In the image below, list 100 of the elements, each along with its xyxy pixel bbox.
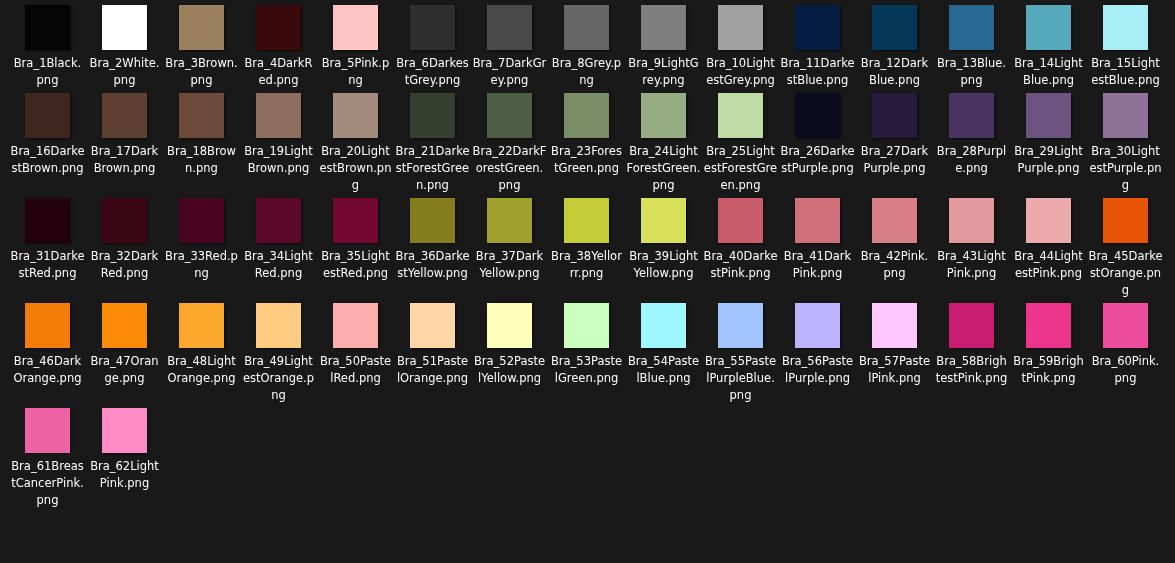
file-name[interactable]: Bra_4DarkRed.png — [241, 55, 316, 89]
file-name[interactable]: Bra_35LightestRed.png — [318, 248, 393, 282]
file-name[interactable]: Bra_40DarkestPink.png — [703, 248, 778, 282]
file-name[interactable]: Bra_26DarkestPurple.png — [780, 143, 855, 177]
file-name[interactable]: Bra_10LightestGrey.png — [703, 55, 778, 89]
color-thumbnail[interactable] — [487, 93, 532, 138]
file-name[interactable]: Bra_36DarkestYellow.png — [395, 248, 470, 282]
color-thumbnail[interactable] — [1026, 198, 1071, 243]
color-thumbnail[interactable] — [641, 5, 686, 50]
file-name[interactable]: Bra_54PastelBlue.png — [626, 353, 701, 387]
color-thumbnail[interactable] — [102, 408, 147, 453]
color-thumbnail[interactable] — [256, 198, 301, 243]
color-thumbnail[interactable] — [102, 5, 147, 50]
color-thumbnail[interactable] — [179, 5, 224, 50]
file-name[interactable]: Bra_59BrightPink.png — [1011, 353, 1086, 387]
file-name[interactable]: Bra_37DarkYellow.png — [472, 248, 547, 282]
color-thumbnail[interactable] — [333, 93, 378, 138]
file-name[interactable]: Bra_33Red.png — [164, 248, 239, 282]
color-thumbnail[interactable] — [1103, 198, 1148, 243]
file-name[interactable]: Bra_7DarkGrey.png — [472, 55, 547, 89]
color-thumbnail[interactable] — [564, 303, 609, 348]
color-thumbnail[interactable] — [333, 198, 378, 243]
color-thumbnail[interactable] — [1103, 93, 1148, 138]
color-thumbnail[interactable] — [25, 93, 70, 138]
file-name[interactable]: Bra_60Pink.png — [1088, 353, 1163, 387]
color-thumbnail[interactable] — [795, 5, 840, 50]
color-thumbnail[interactable] — [256, 93, 301, 138]
file-name[interactable]: Bra_58BrightestPink.png — [934, 353, 1009, 387]
color-thumbnail[interactable] — [949, 303, 994, 348]
file-name[interactable]: Bra_2White.png — [87, 55, 162, 89]
file-name[interactable]: Bra_12DarkBlue.png — [857, 55, 932, 89]
color-thumbnail[interactable] — [949, 5, 994, 50]
color-thumbnail[interactable] — [564, 198, 609, 243]
file-name[interactable]: Bra_24LightForestGreen.png — [626, 143, 701, 194]
file-name[interactable]: Bra_22DarkForestGreen.png — [472, 143, 547, 194]
color-thumbnail[interactable] — [1026, 93, 1071, 138]
file-name[interactable]: Bra_31DarkestRed.png — [10, 248, 85, 282]
color-thumbnail[interactable] — [795, 198, 840, 243]
file-name[interactable]: Bra_51PastelOrange.png — [395, 353, 470, 387]
color-thumbnail[interactable] — [179, 303, 224, 348]
file-name[interactable]: Bra_8Grey.png — [549, 55, 624, 89]
file-name[interactable]: Bra_25LightestForestGreen.png — [703, 143, 778, 194]
color-thumbnail[interactable] — [410, 93, 455, 138]
file-name[interactable]: Bra_20LightestBrown.png — [318, 143, 393, 194]
color-thumbnail[interactable] — [949, 93, 994, 138]
color-thumbnail[interactable] — [641, 198, 686, 243]
color-thumbnail[interactable] — [564, 93, 609, 138]
color-thumbnail[interactable] — [872, 5, 917, 50]
color-thumbnail[interactable] — [872, 198, 917, 243]
color-thumbnail[interactable] — [795, 303, 840, 348]
file-name[interactable]: Bra_41DarkPink.png — [780, 248, 855, 282]
color-thumbnail[interactable] — [718, 5, 763, 50]
file-name[interactable]: Bra_28Purple.png — [934, 143, 1009, 177]
file-name[interactable]: Bra_29LightPurple.png — [1011, 143, 1086, 177]
color-thumbnail[interactable] — [487, 5, 532, 50]
file-name[interactable]: Bra_27DarkPurple.png — [857, 143, 932, 177]
color-thumbnail[interactable] — [410, 303, 455, 348]
file-name[interactable]: Bra_45DarkestOrange.png — [1088, 248, 1163, 299]
color-thumbnail[interactable] — [1103, 5, 1148, 50]
color-thumbnail[interactable] — [333, 303, 378, 348]
file-name[interactable]: Bra_48LightOrange.png — [164, 353, 239, 387]
color-thumbnail[interactable] — [179, 198, 224, 243]
file-name[interactable]: Bra_50PastelRed.png — [318, 353, 393, 387]
color-thumbnail[interactable] — [564, 5, 609, 50]
color-thumbnail[interactable] — [102, 93, 147, 138]
file-name[interactable]: Bra_44LightestPink.png — [1011, 248, 1086, 282]
file-name[interactable]: Bra_52PastelYellow.png — [472, 353, 547, 387]
color-thumbnail[interactable] — [102, 198, 147, 243]
file-name[interactable]: Bra_56PastelPurple.png — [780, 353, 855, 387]
color-thumbnail[interactable] — [25, 408, 70, 453]
file-name[interactable]: Bra_17DarkBrown.png — [87, 143, 162, 177]
file-name[interactable]: Bra_42Pink.png — [857, 248, 932, 282]
color-thumbnail[interactable] — [256, 303, 301, 348]
file-name[interactable]: Bra_32DarkRed.png — [87, 248, 162, 282]
file-name[interactable]: Bra_47Orange.png — [87, 353, 162, 387]
file-name[interactable]: Bra_16DarkestBrown.png — [10, 143, 85, 177]
file-name[interactable]: Bra_39LightYellow.png — [626, 248, 701, 282]
color-thumbnail[interactable] — [102, 303, 147, 348]
color-thumbnail[interactable] — [718, 303, 763, 348]
color-thumbnail[interactable] — [718, 198, 763, 243]
file-name[interactable]: Bra_43LightPink.png — [934, 248, 1009, 282]
file-name[interactable]: Bra_11DarkestBlue.png — [780, 55, 855, 89]
color-thumbnail[interactable] — [487, 303, 532, 348]
color-thumbnail[interactable] — [410, 5, 455, 50]
file-name[interactable]: Bra_61BreastCancerPink.png — [10, 458, 85, 509]
file-name[interactable]: Bra_21DarkestForestGreen.png — [395, 143, 470, 194]
color-thumbnail[interactable] — [487, 198, 532, 243]
color-thumbnail[interactable] — [872, 93, 917, 138]
color-thumbnail[interactable] — [25, 198, 70, 243]
color-thumbnail[interactable] — [1026, 5, 1071, 50]
file-name[interactable]: Bra_1Black.png — [10, 55, 85, 89]
file-name[interactable]: Bra_5Pink.png — [318, 55, 393, 89]
file-name[interactable]: Bra_3Brown.png — [164, 55, 239, 89]
file-name[interactable]: Bra_13Blue.png — [934, 55, 1009, 89]
file-name[interactable]: Bra_62LightPink.png — [87, 458, 162, 492]
file-name[interactable]: Bra_14LightBlue.png — [1011, 55, 1086, 89]
color-thumbnail[interactable] — [872, 303, 917, 348]
file-name[interactable]: Bra_19LightBrown.png — [241, 143, 316, 177]
file-name[interactable]: Bra_18Brown.png — [164, 143, 239, 177]
file-name[interactable]: Bra_23ForestGreen.png — [549, 143, 624, 177]
